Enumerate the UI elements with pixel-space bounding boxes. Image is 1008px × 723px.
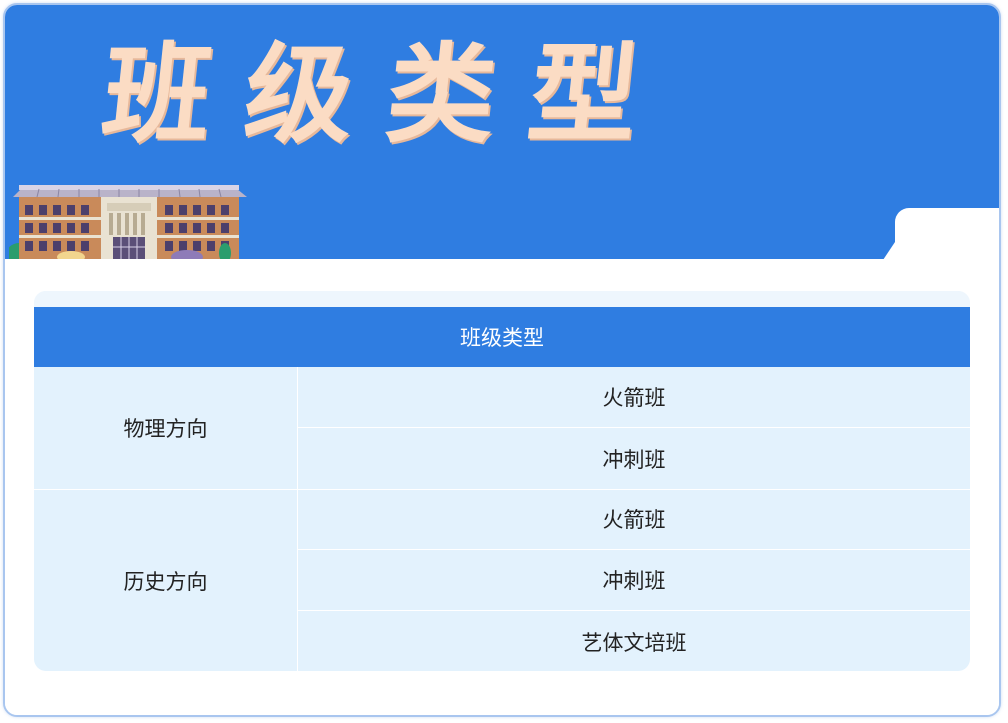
group-label: 物理方向	[34, 367, 298, 489]
banner: 班级类型	[5, 5, 999, 268]
table-row: 冲刺班	[298, 550, 970, 611]
school-building-illustration	[9, 185, 247, 259]
table-header: 班级类型	[34, 307, 970, 367]
table-top-strip	[34, 291, 970, 307]
group-label: 历史方向	[34, 489, 298, 671]
banner-title: 班级类型	[96, 32, 678, 158]
group-history: 历史方向 火箭班 冲刺班 艺体文培班	[34, 489, 970, 671]
content-area: 班级类型 物理方向 火箭班 冲刺班 历史方向 火箭班 冲刺班 艺体文培班	[5, 259, 999, 715]
table-row: 冲刺班	[602, 447, 666, 472]
group-physics: 物理方向 火箭班 冲刺班	[34, 367, 970, 490]
table-row: 火箭班	[298, 489, 970, 550]
class-type-table: 班级类型 物理方向 火箭班 冲刺班 历史方向 火箭班 冲刺班 艺体文培班	[34, 291, 970, 671]
table-row: 火箭班	[298, 367, 970, 428]
table-row: 艺体文培班	[581, 630, 687, 655]
class-type-card: 班级类型 班级类型 物理方向 火箭班 冲刺班 历史方向 火箭班 冲刺班 艺体文培…	[3, 3, 1001, 717]
